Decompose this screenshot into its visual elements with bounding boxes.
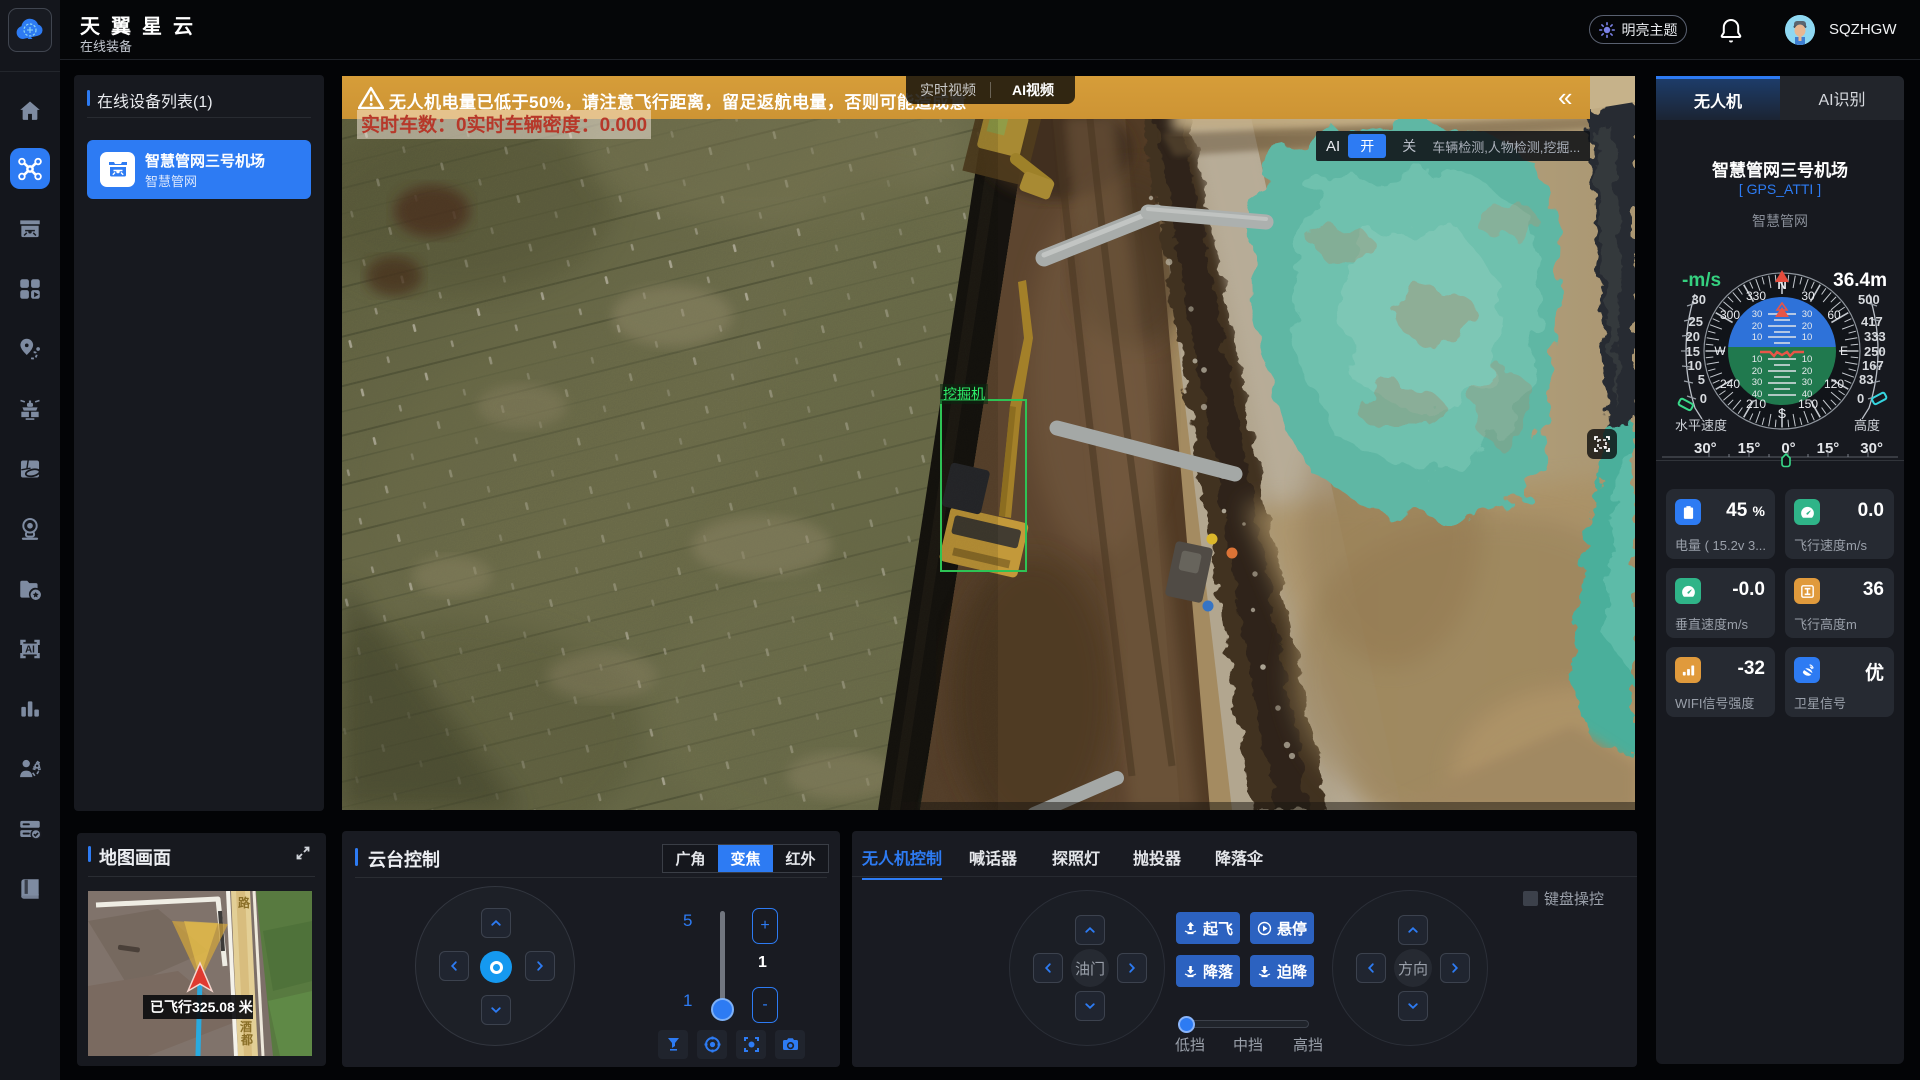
svg-text:30: 30: [1801, 289, 1815, 303]
svg-text:167: 167: [1862, 358, 1884, 373]
svg-text:20: 20: [1752, 366, 1763, 377]
svg-text:5: 5: [1698, 372, 1705, 387]
svg-text:10: 10: [1688, 358, 1702, 373]
svg-text:150: 150: [1798, 397, 1818, 411]
svg-text:20: 20: [1686, 329, 1700, 344]
svg-text:10: 10: [1802, 332, 1813, 343]
svg-text:30: 30: [1802, 309, 1813, 320]
svg-text:10: 10: [1802, 354, 1813, 365]
svg-text:0: 0: [1700, 391, 1707, 406]
svg-text:210: 210: [1746, 397, 1766, 411]
svg-text:417: 417: [1861, 314, 1883, 329]
svg-text:30: 30: [1692, 292, 1706, 307]
svg-text:300: 300: [1720, 308, 1740, 322]
svg-text:20: 20: [1752, 321, 1763, 332]
svg-text:20: 20: [1802, 321, 1813, 332]
svg-text:30: 30: [1752, 309, 1763, 320]
svg-text:30: 30: [1802, 377, 1813, 388]
svg-text:333: 333: [1864, 329, 1886, 344]
svg-text:都: 都: [240, 1032, 253, 1047]
svg-text:250: 250: [1864, 344, 1886, 359]
svg-text:10: 10: [1752, 354, 1763, 365]
svg-text:83: 83: [1859, 372, 1873, 387]
svg-text:15: 15: [1686, 344, 1700, 359]
svg-text:25: 25: [1689, 314, 1703, 329]
svg-text:10: 10: [1752, 332, 1763, 343]
svg-text:120: 120: [1824, 377, 1844, 391]
svg-text:60: 60: [1827, 308, 1841, 322]
svg-text:酒: 酒: [240, 1020, 252, 1034]
svg-text:W: W: [1714, 344, 1726, 358]
svg-text:30: 30: [1752, 377, 1763, 388]
svg-text:20: 20: [1802, 366, 1813, 377]
svg-text:S: S: [1778, 406, 1787, 421]
svg-text:路: 路: [238, 895, 251, 910]
svg-text:500: 500: [1858, 292, 1880, 307]
svg-text:0: 0: [1857, 391, 1864, 406]
svg-text:E: E: [1840, 344, 1848, 358]
svg-text:240: 240: [1720, 377, 1740, 391]
svg-text:已飞行325.08 米: 已飞行325.08 米: [150, 999, 254, 1015]
svg-text:330: 330: [1746, 289, 1766, 303]
svg-text:AI: AI: [25, 644, 35, 655]
